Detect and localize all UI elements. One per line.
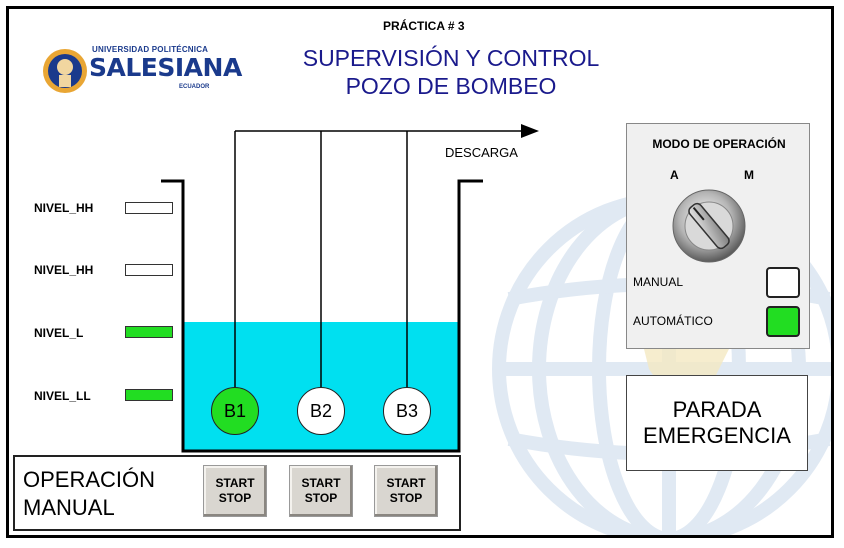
start-stop-button-b1[interactable]: START STOP	[203, 465, 267, 517]
mode-auto-short-label: A	[670, 168, 679, 182]
level-hh-indicator	[125, 202, 173, 214]
mode-auto-indicator	[766, 306, 800, 337]
mode-auto-label: AUTOMÁTICO	[633, 314, 713, 328]
mode-manual-short-label: M	[744, 168, 754, 182]
mode-manual-indicator	[766, 267, 800, 298]
discharge-label: DESCARGA	[445, 145, 518, 160]
pump-b2[interactable]: B2	[297, 387, 345, 435]
level-h-label: NIVEL_HH	[34, 263, 94, 277]
emergency-stop-line2: EMERGENCIA	[643, 423, 791, 448]
mode-manual-label: MANUAL	[633, 275, 684, 289]
start-label: START	[301, 476, 341, 490]
emergency-stop-line1: PARADA	[672, 397, 762, 422]
stop-label: STOP	[304, 491, 338, 505]
start-stop-button-b3[interactable]: START STOP	[374, 465, 438, 517]
level-ll-label: NIVEL_LL	[34, 389, 91, 403]
scada-screen: UNIVERSIDAD POLITÉCNICA SALESIANA ECUADO…	[6, 6, 834, 538]
emergency-stop-button[interactable]: PARADA EMERGENCIA	[626, 375, 808, 471]
level-hh-label: NIVEL_HH	[34, 201, 94, 215]
start-label: START	[215, 476, 255, 490]
level-l-label: NIVEL_L	[34, 326, 84, 340]
manual-operation-label-line1: OPERACIÓN	[23, 467, 156, 492]
start-label: START	[386, 476, 426, 490]
stop-label: STOP	[218, 491, 252, 505]
level-ll-indicator	[125, 389, 173, 401]
start-stop-button-b2[interactable]: START STOP	[289, 465, 353, 517]
level-l-indicator	[125, 326, 173, 338]
pump-b1[interactable]: B1	[211, 387, 259, 435]
mode-selector-knob[interactable]	[671, 188, 747, 264]
manual-operation-label-line2: MANUAL	[23, 495, 115, 520]
stop-label: STOP	[389, 491, 423, 505]
level-h-indicator	[125, 264, 173, 276]
pump-b3[interactable]: B3	[383, 387, 431, 435]
discharge-arrow	[521, 124, 539, 138]
operation-mode-title: MODO DE OPERACIÓN	[652, 137, 786, 151]
